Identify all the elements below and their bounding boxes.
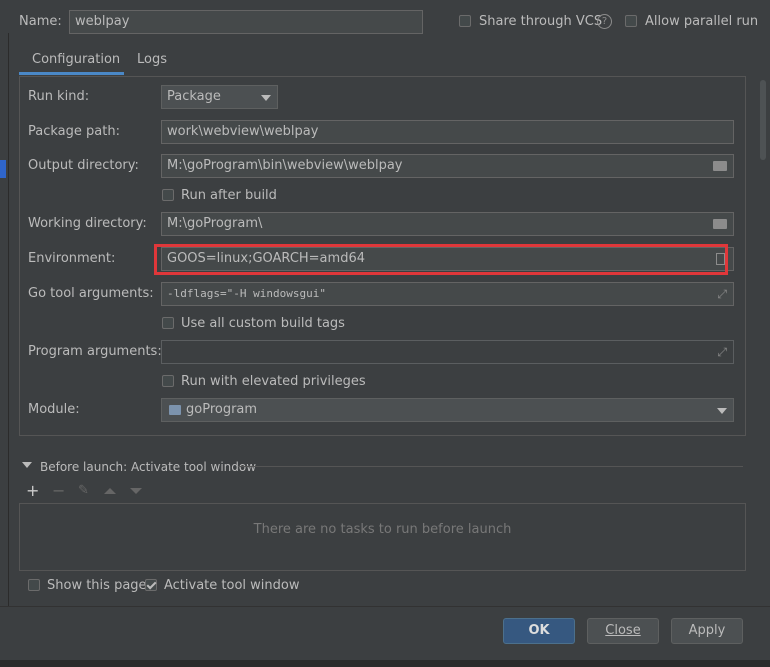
package-path-input[interactable]: work\webview\weblpay (161, 120, 734, 144)
apply-button[interactable]: Apply (671, 618, 743, 644)
show-page-checkbox[interactable] (28, 579, 40, 591)
close-button[interactable]: Close (587, 618, 659, 644)
activate-tool-checkbox[interactable] (145, 579, 157, 591)
before-launch-task-list[interactable]: There are no tasks to run before launch (19, 503, 746, 571)
scrollbar-track[interactable] (760, 80, 766, 160)
chevron-down-icon (261, 95, 271, 101)
move-down-icon[interactable] (130, 488, 142, 494)
help-icon[interactable]: ? (597, 14, 612, 29)
working-directory-input[interactable]: M:\goProgram\ (161, 212, 734, 236)
output-directory-value: M:\goProgram\bin\webview\weblpay (167, 158, 403, 173)
program-arguments-input[interactable]: ⤢ (161, 340, 734, 364)
ok-button[interactable]: OK (503, 618, 575, 644)
before-launch-title[interactable]: Before launch: Activate tool window (40, 459, 256, 475)
output-directory-input[interactable]: M:\goProgram\bin\webview\weblpay (161, 154, 734, 178)
go-tool-arguments-value: -ldflags="-H windowsgui" (167, 287, 326, 300)
run-after-build-label[interactable]: Run after build (181, 188, 277, 204)
close-button-label: Close (605, 623, 641, 638)
remove-icon[interactable]: − (52, 481, 65, 500)
activate-tool-label[interactable]: Activate tool window (164, 578, 299, 594)
expand-icon[interactable]: ⤢ (717, 341, 727, 363)
add-icon[interactable]: + (26, 481, 39, 500)
show-page-label[interactable]: Show this page (47, 578, 147, 594)
module-select[interactable]: goProgram (161, 398, 734, 422)
collapse-triangle-icon[interactable] (22, 462, 32, 468)
allow-parallel-label[interactable]: Allow parallel run (645, 14, 758, 30)
tab-configuration-label: Configuration (32, 52, 121, 67)
go-tool-arguments-label: Go tool arguments: (28, 286, 154, 301)
tab-configuration[interactable]: Configuration (19, 46, 124, 76)
window-bottom-border (0, 660, 770, 667)
custom-build-tags-label[interactable]: Use all custom build tags (181, 316, 345, 332)
run-kind-label: Run kind: (28, 89, 90, 104)
tab-logs-label: Logs (137, 52, 167, 67)
custom-build-tags-checkbox[interactable] (162, 317, 174, 329)
environment-highlight-box (154, 244, 728, 275)
empty-tasks-text: There are no tasks to run before launch (253, 522, 512, 537)
edit-pencil-icon[interactable]: ✎ (78, 483, 89, 498)
move-up-icon[interactable] (104, 488, 116, 494)
tab-logs[interactable]: Logs (128, 46, 178, 76)
run-elevated-label[interactable]: Run with elevated privileges (181, 374, 366, 390)
package-path-label: Package path: (28, 124, 120, 139)
footer-divider (0, 606, 770, 607)
folder-icon[interactable] (713, 219, 727, 229)
left-tree-panel (0, 33, 9, 607)
working-directory-value: M:\goProgram\ (167, 216, 263, 231)
allow-parallel-checkbox[interactable] (625, 15, 637, 27)
tab-active-indicator (19, 72, 124, 75)
expand-icon[interactable]: ⤢ (717, 283, 727, 305)
apply-button-label: Apply (688, 623, 726, 638)
working-directory-label: Working directory: (28, 216, 147, 231)
name-input[interactable]: weblpay (69, 10, 423, 34)
share-vcs-label[interactable]: Share through VCS (479, 14, 602, 30)
module-folder-icon (169, 405, 181, 415)
environment-label: Environment: (28, 251, 116, 266)
go-tool-arguments-input[interactable]: -ldflags="-H windowsgui" ⤢ (161, 282, 734, 306)
module-label: Module: (28, 402, 80, 417)
left-tree-selection (0, 160, 6, 178)
chevron-down-icon (717, 408, 727, 414)
run-after-build-checkbox[interactable] (162, 189, 174, 201)
folder-icon[interactable] (713, 161, 727, 171)
before-launch-divider (238, 466, 743, 467)
run-kind-value: Package (167, 89, 221, 104)
share-vcs-checkbox[interactable] (459, 15, 471, 27)
run-kind-select[interactable]: Package (161, 85, 278, 109)
name-label: Name: (19, 14, 62, 29)
output-directory-label: Output directory: (28, 158, 139, 173)
run-elevated-checkbox[interactable] (162, 375, 174, 387)
program-arguments-label: Program arguments: (28, 344, 162, 359)
module-value: goProgram (186, 402, 258, 417)
